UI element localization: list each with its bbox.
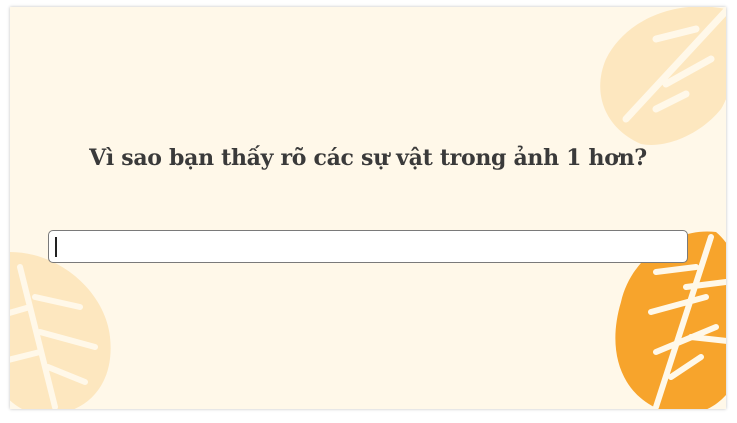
- monstera-leaf-icon: [600, 7, 726, 145]
- answer-input[interactable]: [48, 230, 688, 263]
- question-text: Vì sao bạn thấy rõ các sự vật trong ảnh …: [89, 145, 647, 171]
- monstera-leaf-icon: [10, 252, 111, 409]
- text-caret: [55, 237, 57, 257]
- question-slide: Vì sao bạn thấy rõ các sự vật trong ảnh …: [10, 7, 726, 409]
